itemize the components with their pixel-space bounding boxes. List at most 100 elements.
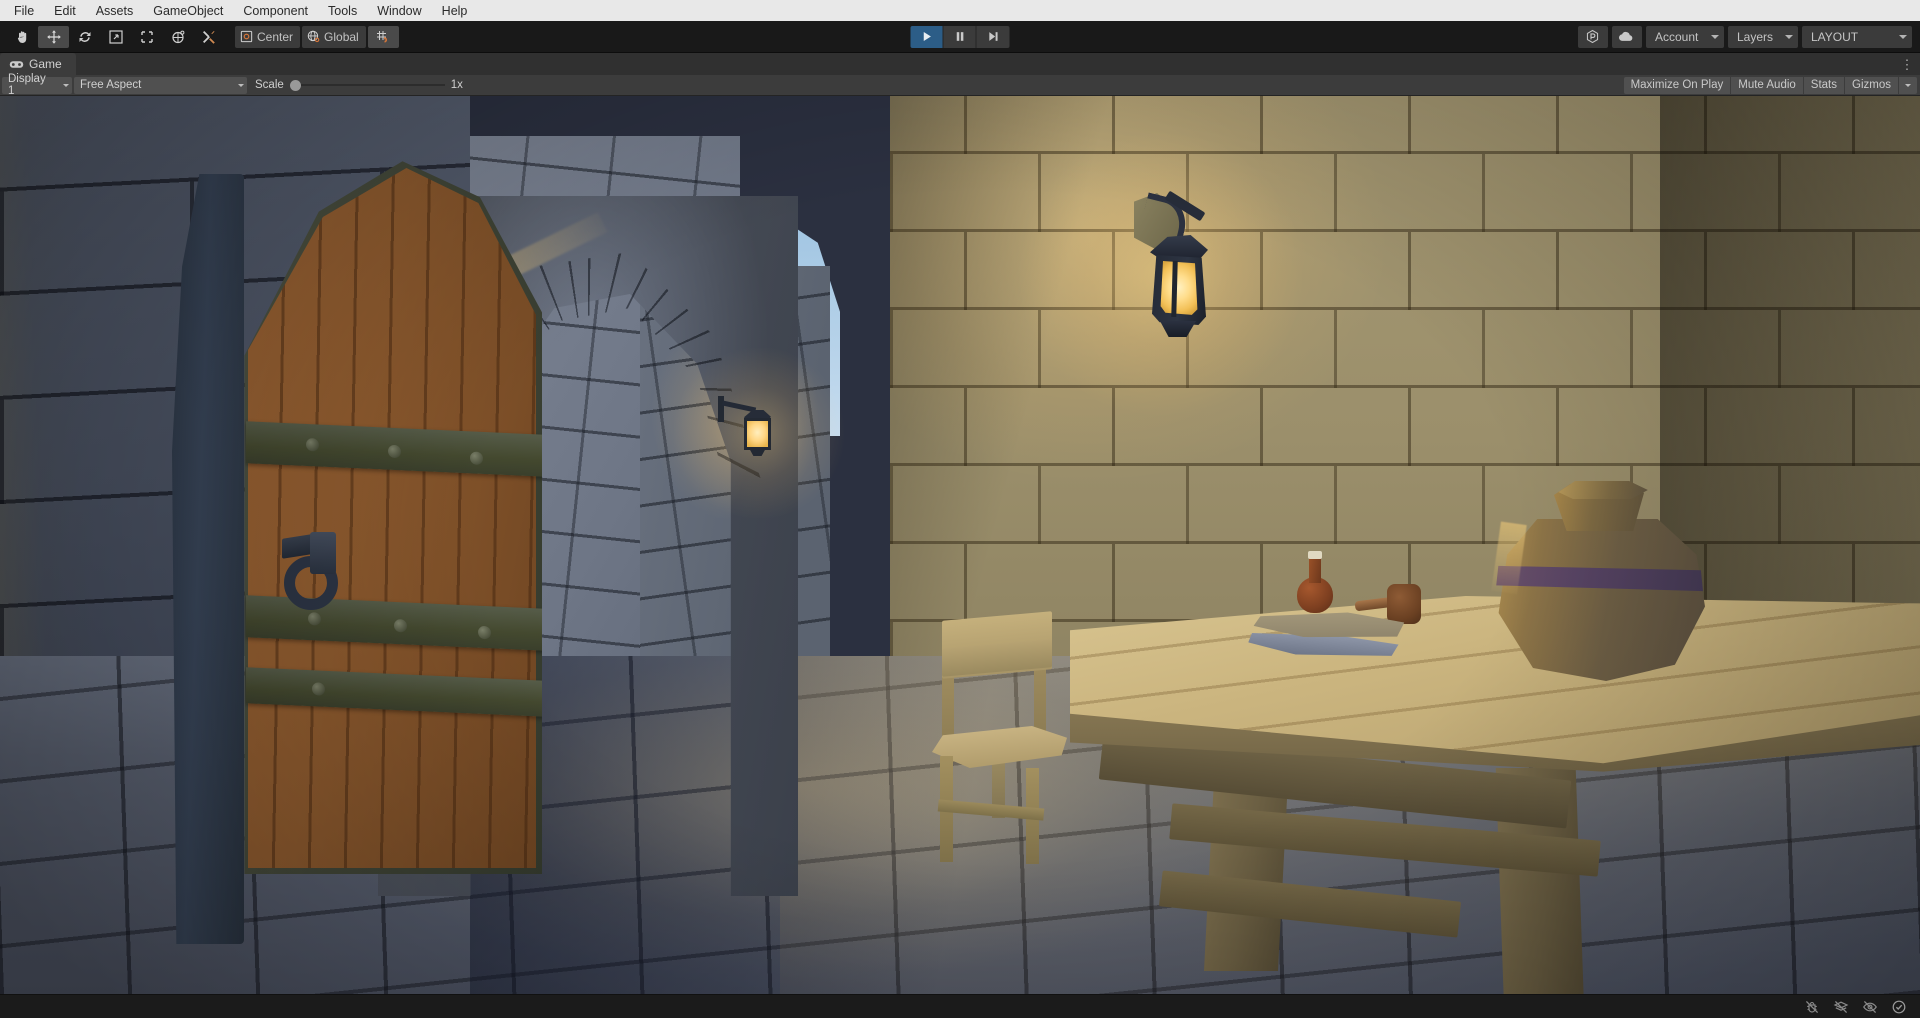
layout-label: LAYOUT	[1811, 29, 1859, 44]
ceramic-vase	[1490, 481, 1705, 681]
global-rotation-icon	[307, 30, 320, 43]
main-toolbar: Center Global Account Layers LAYOUT	[0, 21, 1920, 53]
debug-muted-icon[interactable]	[1798, 997, 1825, 1017]
slider-track	[289, 84, 445, 86]
slider-knob[interactable]	[289, 79, 301, 91]
chevron-down-icon	[1899, 34, 1907, 39]
chevron-down-icon	[1710, 34, 1719, 39]
move-icon	[46, 29, 61, 44]
transform-tools-group: Center Global	[0, 25, 399, 48]
game-view-toolbar: Display 1 Free Aspect Scale 1x Maximize …	[0, 73, 1920, 97]
layout-dropdown[interactable]: LAYOUT	[1802, 25, 1912, 48]
layers-off-icon[interactable]	[1827, 997, 1854, 1017]
pause-button[interactable]	[943, 25, 977, 48]
menu-bar: File Edit Assets GameObject Component To…	[0, 0, 1920, 21]
step-button[interactable]	[976, 25, 1010, 48]
menu-item-help[interactable]: Help	[432, 1, 478, 21]
display-dropdown[interactable]: Display 1	[2, 73, 72, 97]
ring-plate	[310, 532, 336, 574]
unity-editor-window: File Edit Assets GameObject Component To…	[0, 0, 1920, 1018]
rect-tool-button[interactable]	[131, 26, 162, 48]
account-label: Account	[1654, 29, 1699, 44]
tab-strip: Game ⋮	[0, 53, 1920, 75]
hand-icon	[17, 30, 26, 43]
check-circle-icon[interactable]	[1885, 997, 1912, 1017]
menu-item-component[interactable]: Component	[233, 1, 318, 21]
door-jamb	[172, 174, 244, 944]
play-icon	[923, 31, 931, 42]
chevron-down-icon	[63, 83, 69, 87]
scale-icon	[108, 29, 123, 44]
rotate-icon	[79, 31, 90, 42]
scale-control: Scale 1x	[249, 77, 475, 94]
step-icon	[989, 32, 998, 41]
door-ring-handle	[280, 526, 346, 614]
wall-lantern-large	[1016, 129, 1306, 419]
hand-tool-button[interactable]	[7, 26, 38, 48]
bottle-neck	[1309, 557, 1321, 583]
account-dropdown[interactable]: Account	[1645, 25, 1724, 48]
stats-toggle[interactable]: Stats	[1803, 76, 1846, 94]
aspect-label: Free Aspect	[80, 79, 142, 91]
lantern-foot	[1160, 321, 1196, 337]
move-tool-button[interactable]	[38, 25, 69, 48]
game-viewport[interactable]	[0, 96, 1920, 994]
lantern-frame	[744, 418, 771, 450]
scale-label: Scale	[255, 79, 284, 91]
layers-dropdown[interactable]: Layers	[1727, 25, 1798, 48]
tab-game-label: Game	[29, 57, 62, 71]
cloud-button[interactable]	[1611, 25, 1642, 48]
transform-icon	[171, 30, 184, 43]
maximize-on-play-toggle[interactable]: Maximize On Play	[1623, 76, 1732, 94]
services-button[interactable]	[1577, 25, 1608, 48]
menu-item-tools[interactable]: Tools	[318, 1, 367, 21]
scale-tool-button[interactable]	[100, 26, 131, 48]
wrench-icon	[202, 30, 215, 44]
pivot-mode-button[interactable]: Center	[235, 25, 301, 48]
menu-item-window[interactable]: Window	[367, 1, 431, 21]
pause-icon	[956, 32, 963, 41]
menu-item-file[interactable]: File	[4, 1, 44, 21]
unity-services-icon	[1587, 29, 1599, 44]
rect-transform-icon	[140, 30, 153, 43]
menu-item-assets[interactable]: Assets	[86, 1, 144, 21]
door-rivet	[394, 618, 407, 633]
door-rivet	[306, 437, 319, 452]
tab-game[interactable]: Game	[0, 53, 76, 75]
menu-item-edit[interactable]: Edit	[44, 1, 86, 21]
eye-off-icon	[1862, 1000, 1877, 1013]
scale-slider[interactable]	[289, 79, 445, 91]
play-button[interactable]	[910, 25, 944, 48]
wooden-chair	[930, 611, 1070, 866]
layers-label: Layers	[1736, 29, 1773, 44]
gizmos-toggle[interactable]: Gizmos	[1845, 76, 1899, 94]
bottle-cork	[1308, 551, 1322, 559]
pivot-rotation-label: Global	[324, 29, 359, 44]
stack-off-icon	[1833, 1000, 1848, 1013]
chevron-down-icon	[1905, 83, 1911, 87]
pivot-rotation-button[interactable]: Global	[302, 25, 366, 48]
pivot-mode-label: Center	[257, 29, 294, 44]
custom-tool-button[interactable]	[193, 26, 224, 48]
door-rivet	[308, 612, 321, 626]
mute-audio-toggle[interactable]: Mute Audio	[1731, 76, 1804, 94]
check-circle-icon	[1892, 1000, 1905, 1013]
aspect-dropdown[interactable]: Free Aspect	[74, 76, 247, 94]
scale-value: 1x	[450, 79, 463, 91]
panel-options-button[interactable]: ⋮	[1900, 55, 1914, 73]
rendered-scene	[0, 96, 1920, 994]
transform-tool-button[interactable]	[162, 26, 193, 48]
center-pivot-icon	[240, 30, 253, 43]
bug-off-icon	[1805, 1000, 1818, 1013]
playback-controls	[910, 25, 1010, 48]
rotate-tool-button[interactable]	[69, 26, 100, 48]
gizmos-dropdown[interactable]	[1899, 76, 1917, 94]
gamepad-icon	[9, 60, 24, 68]
visibility-off-icon[interactable]	[1856, 997, 1883, 1017]
door-rivet	[388, 444, 401, 459]
toolbar-right-group: Account Layers LAYOUT	[1577, 25, 1912, 48]
grid-snapping-button[interactable]	[367, 25, 399, 48]
door-rivet	[478, 625, 491, 640]
menu-item-gameobject[interactable]: GameObject	[143, 1, 233, 21]
game-view-toggles: Maximize On Play Mute Audio Stats Gizmos	[1623, 76, 1917, 94]
